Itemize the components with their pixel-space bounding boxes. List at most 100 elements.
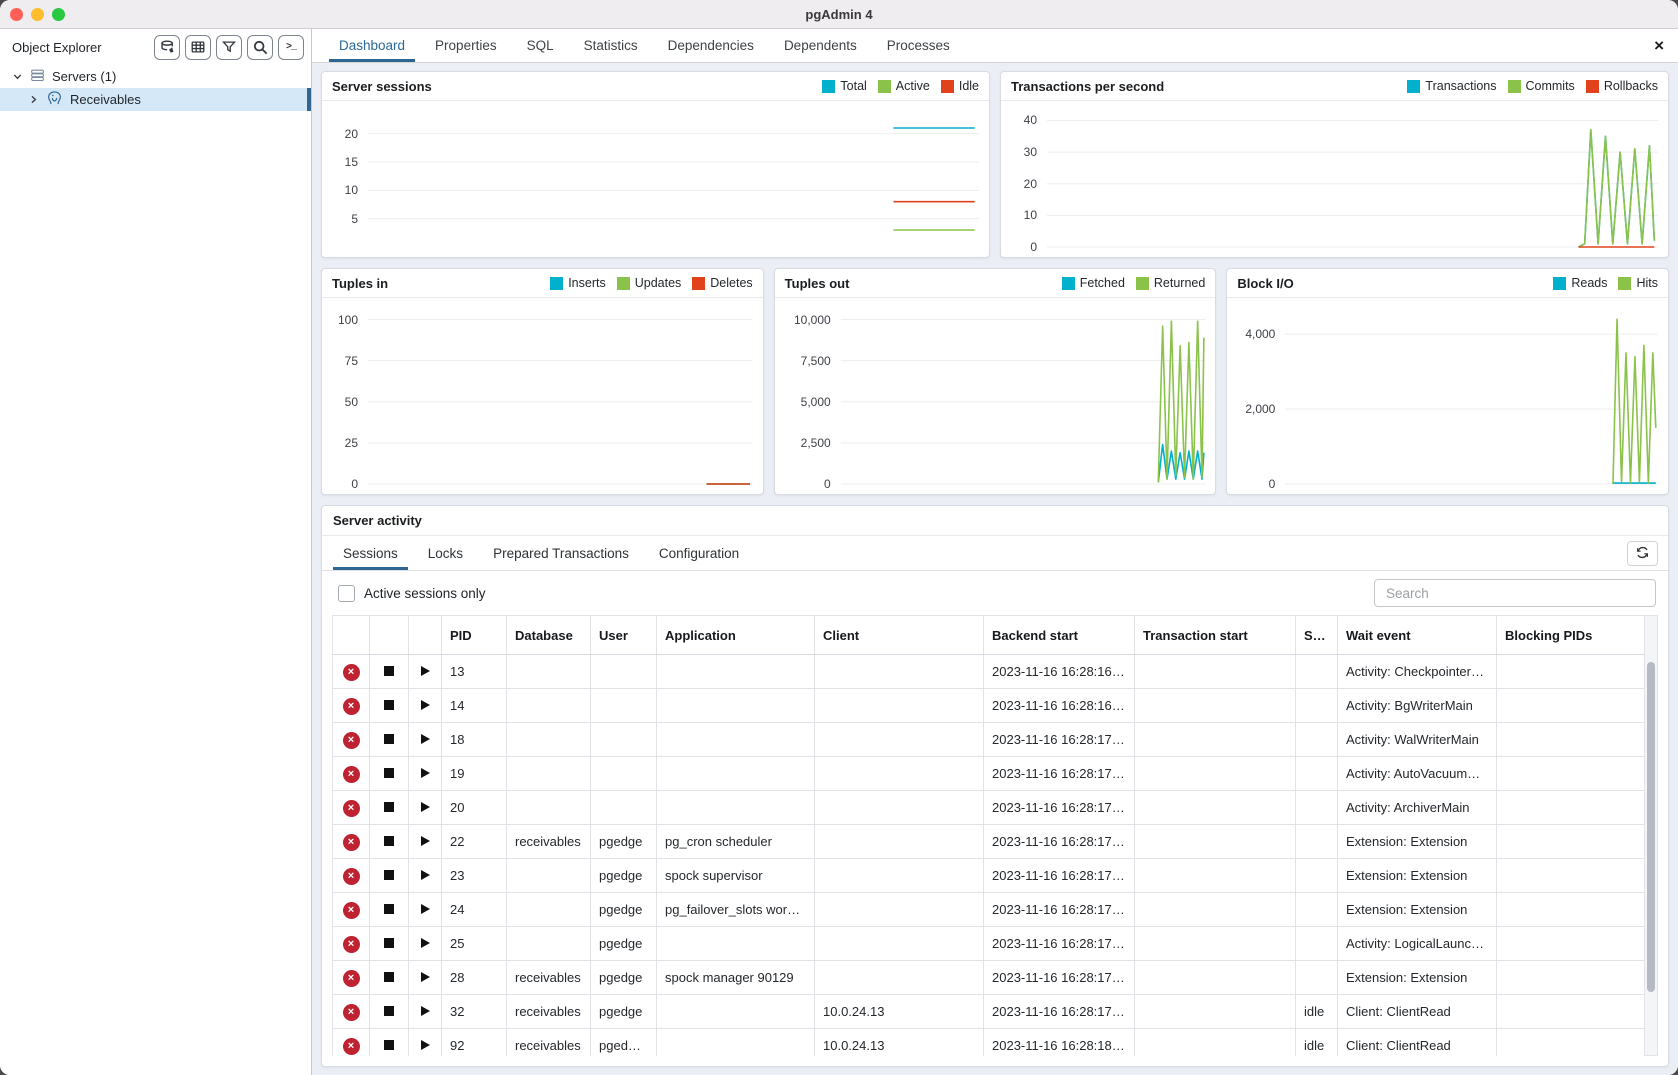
table-row[interactable]: ×202023-11-16 16:28:17 …Activity: Archiv… <box>333 791 1645 825</box>
terminate-session-button[interactable]: × <box>333 825 370 859</box>
tab-processes[interactable]: Processes <box>872 29 965 62</box>
tab-properties[interactable]: Properties <box>420 29 512 62</box>
terminate-session-button[interactable]: × <box>333 723 370 757</box>
column-header-terminate <box>333 616 370 655</box>
refresh-button[interactable] <box>1627 541 1658 566</box>
cancel-query-button[interactable] <box>370 723 409 757</box>
terminate-session-button[interactable]: × <box>333 859 370 893</box>
view-details-button[interactable] <box>409 689 442 723</box>
tab-dependencies[interactable]: Dependencies <box>653 29 769 62</box>
cell-user: pgedge <box>591 859 657 893</box>
chart-legend: TransactionsCommitsRollbacks <box>1407 79 1658 93</box>
view-details-button[interactable] <box>409 757 442 791</box>
table-row[interactable]: ×23pgedgespock supervisor2023-11-16 16:2… <box>333 859 1645 893</box>
cancel-query-button[interactable] <box>370 689 409 723</box>
legend-label: Idle <box>959 79 979 93</box>
cell-pid: 20 <box>442 791 507 825</box>
cell-transaction-start <box>1135 757 1296 791</box>
activity-tab-sessions[interactable]: Sessions <box>328 536 413 570</box>
terminal-button[interactable]: >_ <box>278 35 304 60</box>
search-input[interactable] <box>1374 579 1656 607</box>
view-details-button[interactable] <box>409 723 442 757</box>
terminate-session-button[interactable]: × <box>333 927 370 961</box>
terminate-session-button[interactable]: × <box>333 1029 370 1057</box>
legend-label: Reads <box>1571 276 1607 290</box>
cancel-query-button[interactable] <box>370 893 409 927</box>
view-details-button[interactable] <box>409 893 442 927</box>
tree-item-receivables[interactable]: Receivables <box>0 88 311 111</box>
table-scrollbar[interactable] <box>1645 615 1658 1056</box>
table-row[interactable]: ×28receivablespgedgespock manager 901292… <box>333 961 1645 995</box>
view-details-button[interactable] <box>409 791 442 825</box>
transactions-per-second-chart: Transactions per secondTransactionsCommi… <box>1000 71 1669 258</box>
search-button[interactable] <box>247 35 273 60</box>
cancel-query-button[interactable] <box>370 995 409 1029</box>
close-panel-icon[interactable]: × <box>1654 29 1664 62</box>
close-window-button[interactable] <box>10 8 23 21</box>
terminate-session-button[interactable]: × <box>333 961 370 995</box>
cancel-query-button[interactable] <box>370 655 409 689</box>
cancel-query-button[interactable] <box>370 927 409 961</box>
cell-user <box>591 757 657 791</box>
cell-backend-start: 2023-11-16 16:28:18 … <box>984 1029 1135 1057</box>
filter-button[interactable] <box>216 35 242 60</box>
legend-label: Total <box>840 79 866 93</box>
active-sessions-checkbox[interactable] <box>338 585 355 602</box>
view-details-button[interactable] <box>409 995 442 1029</box>
activity-tab-locks[interactable]: Locks <box>413 536 478 570</box>
column-header-state: State <box>1296 616 1338 655</box>
table-row[interactable]: ×142023-11-16 16:28:16 …Activity: BgWrit… <box>333 689 1645 723</box>
cell-user <box>591 723 657 757</box>
terminate-session-button[interactable]: × <box>333 893 370 927</box>
terminate-session-button[interactable]: × <box>333 791 370 825</box>
tab-dependents[interactable]: Dependents <box>769 29 872 62</box>
chevron-down-icon[interactable] <box>12 71 23 82</box>
terminate-session-button[interactable]: × <box>333 689 370 723</box>
y-axis-tick: 0 <box>775 477 831 491</box>
chart-title: Tuples out <box>785 276 850 291</box>
table-row[interactable]: ×132023-11-16 16:28:16 …Activity: Checkp… <box>333 655 1645 689</box>
legend-deletes: Deletes <box>692 276 752 290</box>
table-row[interactable]: ×25pgedge2023-11-16 16:28:17 …Activity: … <box>333 927 1645 961</box>
view-details-button[interactable] <box>409 655 442 689</box>
database-button[interactable] <box>154 35 180 60</box>
table-row[interactable]: ×22receivablespgedgepg_cron scheduler202… <box>333 825 1645 859</box>
view-details-button[interactable] <box>409 825 442 859</box>
cancel-query-button[interactable] <box>370 757 409 791</box>
terminate-session-button[interactable]: × <box>333 757 370 791</box>
cancel-query-button[interactable] <box>370 825 409 859</box>
minimize-window-button[interactable] <box>31 8 44 21</box>
zoom-window-button[interactable] <box>52 8 65 21</box>
terminate-session-button[interactable]: × <box>333 655 370 689</box>
view-details-button[interactable] <box>409 961 442 995</box>
grid-view-button[interactable] <box>185 35 211 60</box>
table-row[interactable]: ×192023-11-16 16:28:17 …Activity: AutoVa… <box>333 757 1645 791</box>
view-details-button[interactable] <box>409 859 442 893</box>
cancel-query-button[interactable] <box>370 859 409 893</box>
table-row[interactable]: ×182023-11-16 16:28:17 …Activity: WalWri… <box>333 723 1645 757</box>
server-activity-tabs: SessionsLocksPrepared TransactionsConfig… <box>322 536 1668 571</box>
activity-tab-configuration[interactable]: Configuration <box>644 536 754 570</box>
cell-wait-event: Activity: ArchiverMain <box>1338 791 1497 825</box>
terminate-session-button[interactable]: × <box>333 995 370 1029</box>
cell-pid: 22 <box>442 825 507 859</box>
y-axis-tick: 25 <box>322 436 358 450</box>
cancel-query-button[interactable] <box>370 791 409 825</box>
table-scrollbar-thumb[interactable] <box>1647 662 1655 992</box>
tree-item-servers[interactable]: Servers (1) <box>0 65 311 88</box>
tab-sql[interactable]: SQL <box>512 29 569 62</box>
table-row[interactable]: ×92receivablespgedg…10.0.24.132023-11-16… <box>333 1029 1645 1057</box>
server-activity-panel: Server activity SessionsLocksPrepared Tr… <box>321 505 1669 1067</box>
table-row[interactable]: ×24pgedgepg_failover_slots wor…2023-11-1… <box>333 893 1645 927</box>
cell-blocking-pids <box>1497 995 1645 1029</box>
table-row[interactable]: ×32receivablespgedge10.0.24.132023-11-16… <box>333 995 1645 1029</box>
view-details-button[interactable] <box>409 927 442 961</box>
view-details-button[interactable] <box>409 1029 442 1057</box>
chevron-right-icon[interactable] <box>28 94 39 105</box>
tab-statistics[interactable]: Statistics <box>569 29 653 62</box>
cancel-query-button[interactable] <box>370 1029 409 1057</box>
activity-tab-prepared-transactions[interactable]: Prepared Transactions <box>478 536 644 570</box>
tab-dashboard[interactable]: Dashboard <box>324 29 420 62</box>
cancel-query-button[interactable] <box>370 961 409 995</box>
column-header-transaction-start: Transaction start <box>1135 616 1296 655</box>
